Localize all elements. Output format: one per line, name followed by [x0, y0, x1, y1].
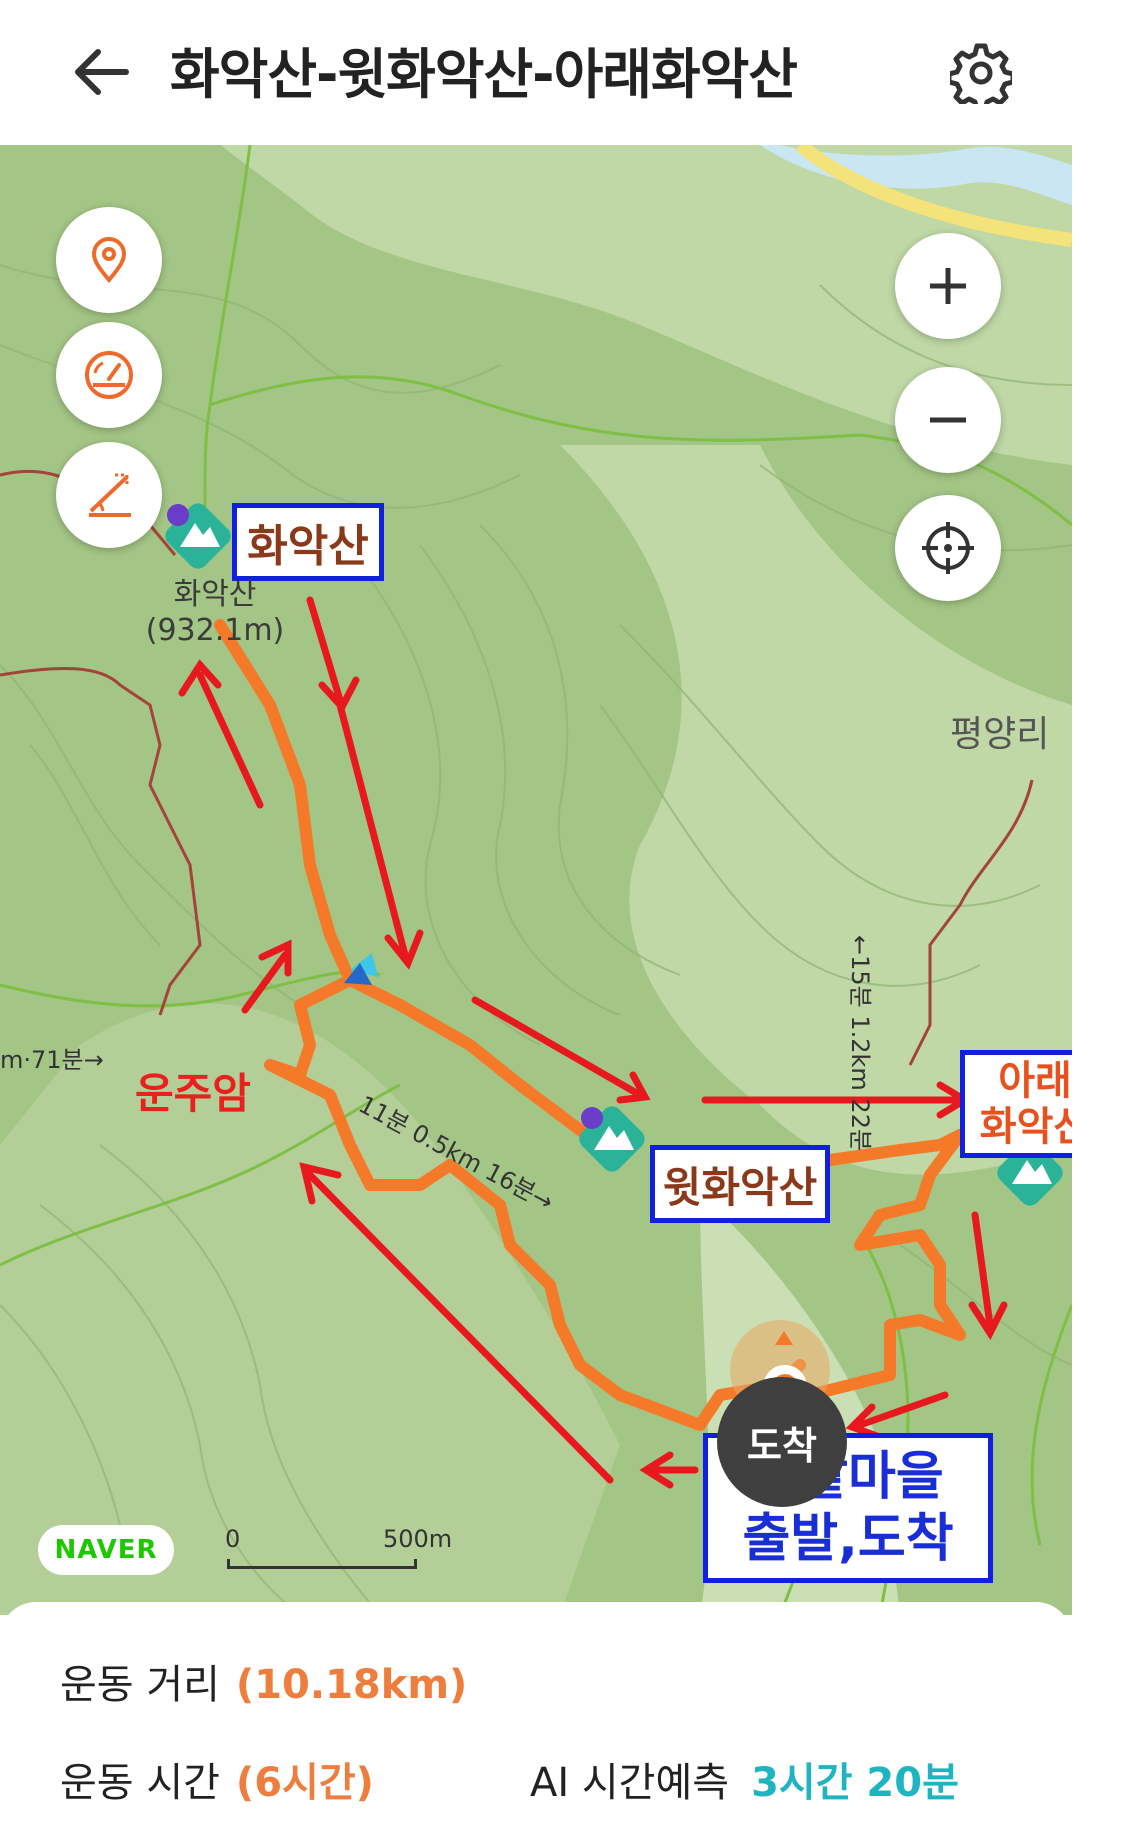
- peak-upper-label: 윗화악산: [650, 1145, 830, 1223]
- stats-sheet: 운동 거리 (10.18km) 운동 시간 (6시간) AI 시간예측 3시간 20분: [0, 1602, 1072, 1840]
- app-header: 화악산-윗화악산-아래화악산: [0, 0, 1132, 145]
- zoom-in-icon[interactable]: [895, 233, 1001, 339]
- location-pin-icon[interactable]: [56, 207, 162, 313]
- route-time-left: m·71분→: [0, 1046, 104, 1074]
- peak-main-label: 화악산: [232, 503, 384, 581]
- village-label: 평양리: [950, 714, 1050, 755]
- distance-row: 운동 거리 (10.18km): [60, 1652, 467, 1710]
- hermitage-label: 운주암: [135, 1069, 251, 1118]
- page-title: 화악산-윗화악산-아래화악산: [170, 43, 798, 106]
- ai-value: 3시간 20분: [751, 1760, 959, 1806]
- time-value: (6시간): [235, 1760, 374, 1806]
- route-time-right: ←15분 1.2km 22분: [846, 935, 874, 1152]
- distance-value: (10.18km): [235, 1662, 468, 1708]
- peak-main-name-text: 화악산: [173, 577, 257, 612]
- elevation-profile-icon[interactable]: [56, 442, 162, 548]
- peak-main-elevation: (932.1m): [145, 613, 285, 648]
- time-row: 운동 시간 (6시간): [60, 1750, 374, 1808]
- scale-zero-label: 0: [225, 1525, 241, 1553]
- scale-bar: [227, 1559, 417, 1569]
- gear-icon[interactable]: [946, 42, 1016, 113]
- zoom-out-icon[interactable]: [895, 367, 1001, 473]
- peak-main-name: 화악산 (932.1m): [140, 577, 290, 649]
- ai-label: AI 시간예측: [530, 1760, 730, 1806]
- naver-logo: NAVER: [38, 1525, 174, 1575]
- time-label: 운동 시간: [60, 1760, 220, 1806]
- distance-label: 운동 거리: [60, 1662, 220, 1708]
- speedometer-icon[interactable]: [56, 322, 162, 428]
- scale-max-label: 500m: [383, 1525, 453, 1553]
- back-arrow-icon[interactable]: [70, 40, 134, 104]
- arrive-pin[interactable]: 도착: [717, 1377, 847, 1507]
- map-scale: 0 500m: [225, 1525, 452, 1575]
- locate-target-icon[interactable]: [895, 495, 1001, 601]
- peak-lower-label: 아래 화악산: [960, 1050, 1072, 1158]
- ai-row: AI 시간예측 3시간 20분: [530, 1750, 959, 1808]
- trail-map[interactable]: 화악산 화악산 (932.1m) 윗화악산 아래 화악산 운주암 평양리 m·7…: [0, 145, 1072, 1615]
